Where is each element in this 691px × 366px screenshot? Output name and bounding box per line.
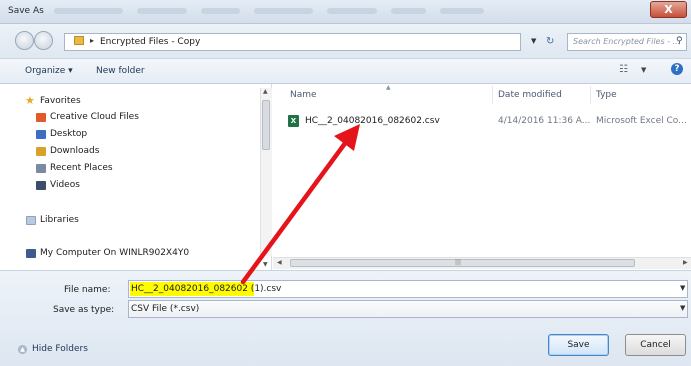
sidebar-item-libraries[interactable]: Libraries <box>40 215 79 225</box>
desktop-icon <box>36 130 46 139</box>
file-row-date[interactable]: 4/14/2016 11:36 A... <box>498 116 590 126</box>
file-row-type[interactable]: Microsoft Excel Co... <box>596 116 687 126</box>
view-options-icon[interactable]: ☷ <box>619 64 628 75</box>
save-as-type-value[interactable]: CSV File (*.csv) <box>131 304 199 314</box>
save-button[interactable]: Save <box>548 334 609 356</box>
file-name-label: File name: <box>64 285 111 295</box>
collapse-icon[interactable]: ▲ <box>18 345 27 354</box>
organize-button[interactable]: Organize ▾ <box>25 66 73 76</box>
breadcrumb[interactable]: Encrypted Files - Copy <box>100 37 200 47</box>
sidebar-item-creative-cloud-files[interactable]: Creative Cloud Files <box>50 112 139 122</box>
column-header-type[interactable]: Type <box>596 90 617 100</box>
scroll-left-icon[interactable]: ◀ <box>277 259 282 266</box>
column-header-date-modified[interactable]: Date modified <box>498 90 562 100</box>
recent-places-icon <box>36 164 46 173</box>
sidebar-item-desktop[interactable]: Desktop <box>50 129 87 139</box>
scrollbar-grip-icon: ||| <box>455 259 462 266</box>
folder-icon <box>74 36 84 45</box>
file-list-pane <box>273 84 691 270</box>
forward-arrow-icon[interactable] <box>34 31 53 50</box>
column-divider[interactable] <box>492 86 493 104</box>
sort-ascending-icon: ▲ <box>386 84 391 91</box>
sidebar-item-recent-places[interactable]: Recent Places <box>50 163 113 173</box>
search-placeholder[interactable]: Search Encrypted Files - ... <box>573 37 680 46</box>
breadcrumb-arrow-icon[interactable]: ▸ <box>90 36 94 45</box>
column-header-name[interactable]: Name <box>290 90 317 100</box>
sidebar-item-my-computer[interactable]: My Computer On WINLR902X4Y0 <box>40 248 189 258</box>
blurred-title-region <box>54 8 484 16</box>
videos-icon <box>36 181 46 190</box>
help-icon[interactable]: ? <box>671 63 683 75</box>
downloads-icon <box>36 147 46 156</box>
computer-icon <box>26 249 36 258</box>
chevron-down-icon[interactable]: ▼ <box>680 304 685 312</box>
refresh-icon[interactable]: ↻ <box>546 36 554 47</box>
chevron-down-icon[interactable]: ▼ <box>680 284 685 292</box>
search-icon[interactable]: ⚲ <box>676 36 683 46</box>
star-icon: ★ <box>25 94 35 107</box>
file-name-value[interactable]: HC__2_04082016_082602 (1).csv <box>131 284 281 294</box>
scroll-right-icon[interactable]: ▶ <box>683 259 688 266</box>
cancel-button[interactable]: Cancel <box>625 334 686 356</box>
file-row-name[interactable]: HC__2_04082016_082602.csv <box>305 116 440 126</box>
chevron-down-icon[interactable]: ▼ <box>531 37 536 45</box>
hide-folders-button[interactable]: Hide Folders <box>32 344 88 354</box>
new-folder-button[interactable]: New folder <box>96 66 145 76</box>
scroll-up-icon[interactable]: ▲ <box>263 88 268 95</box>
excel-file-icon: X <box>288 115 299 127</box>
sidebar-item-favorites[interactable]: Favorites <box>40 96 81 106</box>
window-title: Save As <box>8 6 44 16</box>
sidebar-item-videos[interactable]: Videos <box>50 180 80 190</box>
sidebar-scrollbar-thumb[interactable] <box>262 100 270 150</box>
libraries-icon <box>26 216 36 225</box>
save-as-type-select[interactable] <box>128 300 688 318</box>
close-button[interactable]: X <box>650 1 687 18</box>
back-arrow-icon[interactable] <box>15 31 34 50</box>
scroll-down-icon[interactable]: ▼ <box>263 261 268 268</box>
sidebar-item-downloads[interactable]: Downloads <box>50 146 99 156</box>
chevron-down-icon[interactable]: ▼ <box>641 66 646 74</box>
save-as-type-label: Save as type: <box>53 305 115 315</box>
creative-cloud-icon <box>36 113 46 122</box>
horizontal-scrollbar-thumb[interactable] <box>290 259 635 267</box>
column-divider[interactable] <box>590 86 591 104</box>
